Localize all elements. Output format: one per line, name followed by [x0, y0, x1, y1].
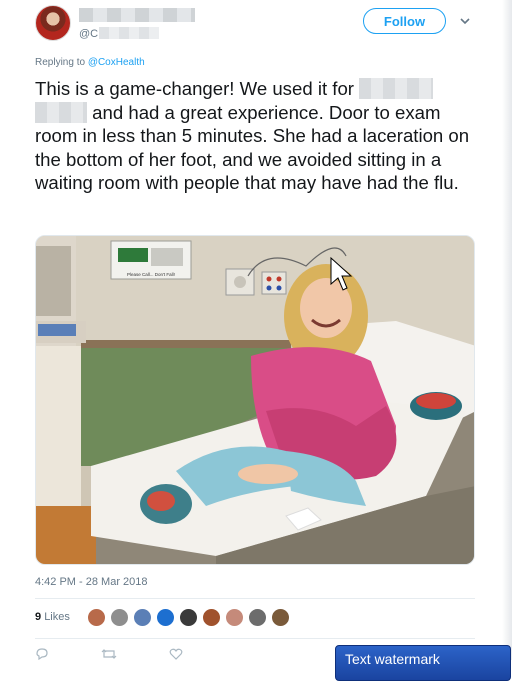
tweet-card: @C Follow Replying to @CoxHealth This is…	[0, 0, 512, 682]
chevron-down-icon[interactable]	[458, 14, 472, 28]
likes-count: 9	[35, 611, 42, 623]
likes-stat[interactable]: 9 Likes	[35, 611, 70, 623]
tweet-text: This is a game-changer! We used it for a…	[35, 77, 475, 195]
redacted-display-name	[79, 8, 195, 22]
tweet-text-part2: and had a great experience. Door to exam…	[35, 101, 470, 194]
tweet-photo[interactable]: Please Call... Don't Fall!	[35, 235, 475, 565]
avatar[interactable]	[110, 608, 129, 627]
avatar[interactable]	[156, 608, 175, 627]
handle-text: @C	[79, 28, 99, 40]
photo-sign-text: Please Call... Don't Fall!	[127, 272, 175, 277]
divider	[35, 638, 475, 639]
tweet-text-part1: This is a game-changer! We used it for	[35, 78, 354, 99]
divider	[35, 598, 475, 599]
user-handle[interactable]: @C	[79, 27, 160, 40]
follow-button[interactable]: Follow	[363, 8, 446, 34]
text-watermark: Text watermark	[335, 645, 511, 681]
redacted-text	[359, 78, 434, 99]
likes-label: Likes	[44, 611, 70, 623]
avatar[interactable]	[179, 608, 198, 627]
tweet-actions	[35, 648, 183, 660]
avatar[interactable]	[35, 5, 71, 41]
avatar[interactable]	[133, 608, 152, 627]
like-icon[interactable]	[169, 648, 183, 660]
replying-to: Replying to @CoxHealth	[35, 57, 145, 68]
redacted-text	[35, 101, 87, 123]
redacted-handle	[99, 27, 160, 39]
avatar[interactable]	[202, 608, 221, 627]
retweet-icon[interactable]	[101, 648, 117, 660]
page-edge-shadow	[502, 0, 512, 660]
likers-avatars	[87, 608, 290, 627]
avatar[interactable]	[248, 608, 267, 627]
avatar[interactable]	[225, 608, 244, 627]
replying-prefix: Replying to	[35, 57, 86, 68]
tweet-timestamp[interactable]: 4:42 PM - 28 Mar 2018	[35, 576, 148, 588]
exam-room-photo: Please Call... Don't Fall!	[36, 236, 474, 564]
avatar[interactable]	[271, 608, 290, 627]
avatar[interactable]	[87, 608, 106, 627]
replying-mention[interactable]: @CoxHealth	[88, 57, 145, 68]
reply-icon[interactable]	[35, 648, 49, 660]
